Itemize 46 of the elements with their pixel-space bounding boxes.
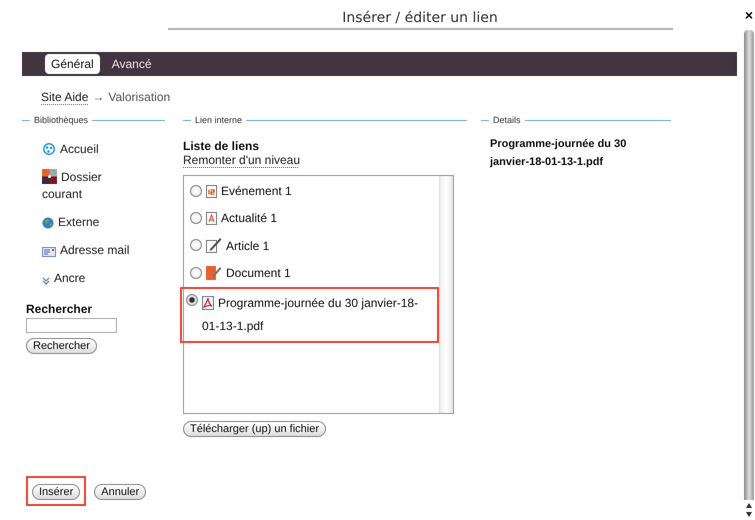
close-button[interactable]: × (744, 0, 754, 30)
circle-dots-icon (42, 142, 56, 156)
search-field[interactable] (26, 318, 117, 333)
up-level-link[interactable]: Remonter d'un niveau (183, 153, 298, 168)
radio-button[interactable] (190, 239, 202, 251)
list-item[interactable]: Actualité 1 (184, 205, 439, 232)
search-label: Rechercher (26, 302, 94, 316)
list-item[interactable]: Evénement 1 (184, 178, 439, 205)
dialog-title: Insérer / éditer un lien (168, 10, 672, 30)
list-item[interactable]: Document 1 (184, 260, 439, 287)
breadcrumb-current: Valorisation (108, 90, 170, 105)
dialog-button[interactable]: Annuler (94, 484, 146, 500)
double-chevron-icon (42, 277, 50, 285)
section-legend: Lien interne (195, 115, 242, 125)
tab[interactable]: Avancé (106, 54, 158, 74)
list-item[interactable]: Article 1 (184, 232, 439, 260)
library-link[interactable]: Adresse mail (42, 242, 132, 259)
dialog-button[interactable]: Insérer (32, 484, 80, 500)
document-icon (206, 265, 222, 280)
upload-button[interactable]: Télécharger (up) un fichier (183, 421, 326, 437)
library-link[interactable]: Dossier courant (42, 169, 132, 203)
calendar-icon (206, 185, 217, 198)
library-link[interactable]: Ancre (42, 270, 132, 287)
library-link[interactable]: Accueil (42, 141, 132, 158)
pdf-file-icon (202, 296, 214, 310)
radio-button[interactable] (190, 185, 202, 197)
library-link[interactable]: Externe (42, 214, 132, 231)
radio-button[interactable] (190, 212, 202, 224)
tab[interactable]: Général (45, 54, 100, 74)
list-heading: Liste de liens (183, 139, 260, 153)
radio-button[interactable] (190, 267, 202, 279)
details-text: Programme-journée du 30 janvier-18-01-13-1.pdf (490, 137, 628, 170)
globe-icon (42, 217, 54, 229)
scrollbar[interactable] (744, 30, 754, 500)
page-icon (206, 212, 217, 225)
breadcrumb-separator: → (92, 90, 104, 105)
list-item[interactable]: Programme-journée du 30 janvier-18-01-13-1.pdf (180, 287, 439, 343)
section-legend: Details (493, 115, 521, 125)
radio-button[interactable] (186, 294, 198, 306)
section-legend: Bibliothèques (34, 115, 88, 125)
pencil-page-icon (206, 237, 222, 253)
breadcrumb-link[interactable]: Site Aide (41, 90, 88, 105)
envelope-icon (42, 247, 56, 257)
tile-icon (42, 169, 57, 184)
scrollbar[interactable] (439, 176, 453, 413)
search-button[interactable]: Rechercher (26, 338, 97, 354)
